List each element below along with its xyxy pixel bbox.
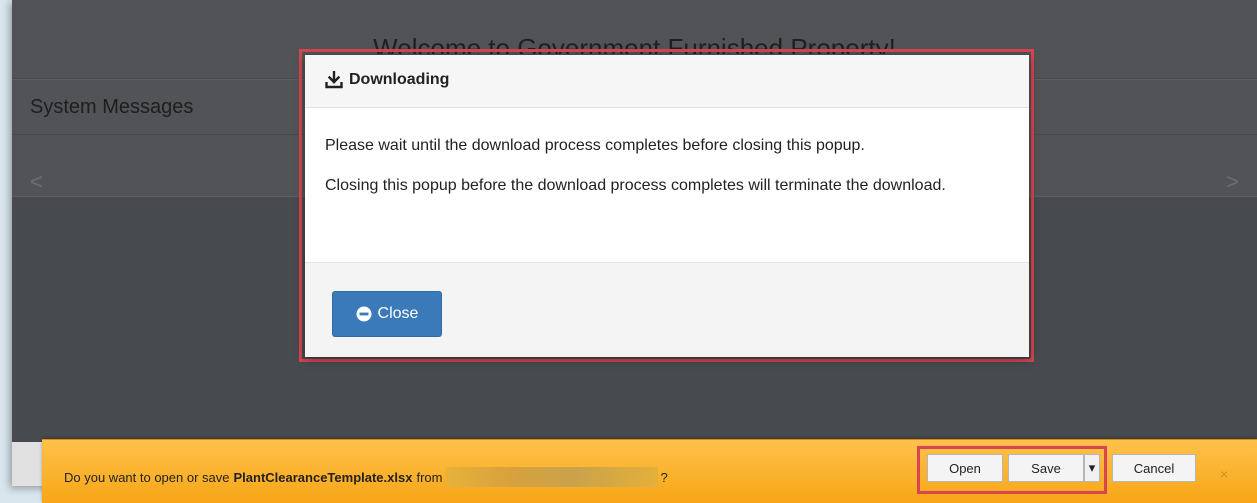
minus-circle-icon [356, 306, 372, 322]
modal-title: Downloading [349, 71, 450, 88]
modal-body: Please wait until the download process c… [305, 108, 1029, 262]
download-modal: Downloading Please wait until the downlo… [305, 55, 1029, 357]
chevron-down-icon: ▾ [1088, 460, 1096, 475]
redacted-source [446, 467, 659, 487]
cancel-button[interactable]: Cancel [1112, 454, 1196, 482]
carousel-next-icon[interactable]: > [1226, 169, 1239, 195]
open-button[interactable]: Open [927, 454, 1003, 482]
prompt-suffix: ? [660, 469, 668, 485]
system-messages-heading: System Messages [30, 96, 194, 118]
download-prompt: Do you want to open or save PlantClearan… [64, 467, 668, 487]
save-button[interactable]: Save [1008, 454, 1084, 482]
download-notification-bar: Do you want to open or save PlantClearan… [42, 439, 1257, 503]
prompt-prefix: Do you want to open or save [64, 469, 230, 485]
download-icon [325, 70, 343, 89]
modal-header: Downloading [305, 55, 1029, 108]
carousel-prev-icon[interactable]: < [30, 169, 43, 195]
close-button[interactable]: Close [332, 291, 442, 337]
modal-message-2: Closing this popup before the download p… [325, 177, 946, 194]
modal-title-group: Downloading [325, 70, 450, 89]
modal-message-1: Please wait until the download process c… [325, 137, 865, 154]
download-file-name: PlantClearanceTemplate.xlsx [233, 469, 413, 485]
modal-footer: Close [305, 262, 1029, 357]
close-icon[interactable]: × [1220, 466, 1228, 482]
prompt-from: from [416, 469, 443, 485]
save-options-dropdown[interactable]: ▾ [1084, 454, 1100, 482]
close-button-label: Close [377, 305, 419, 322]
